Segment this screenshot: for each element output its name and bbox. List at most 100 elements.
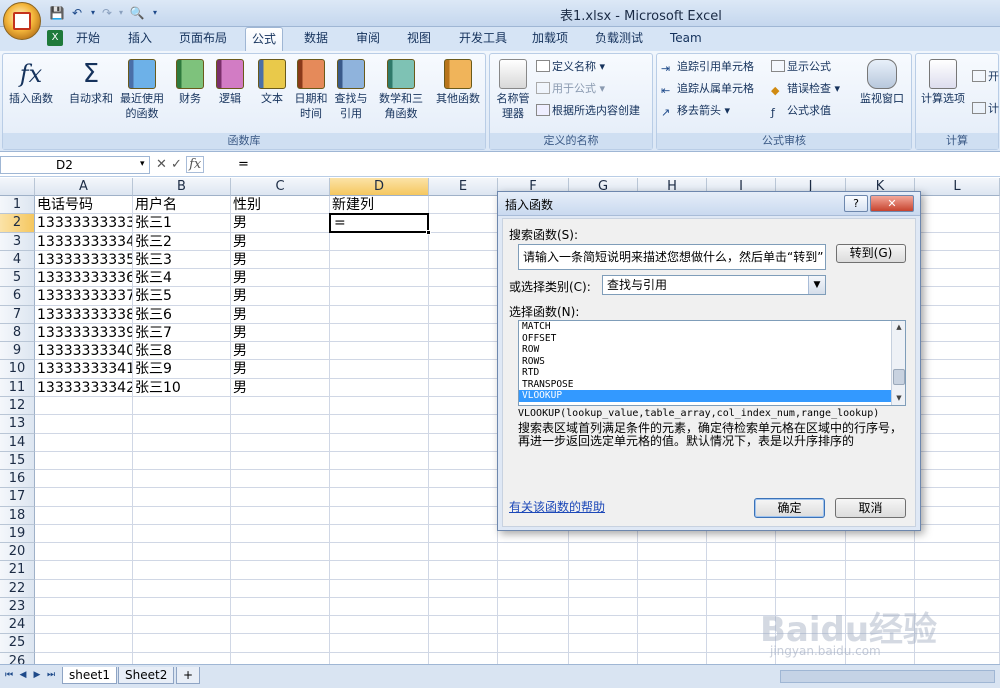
- cell-a2[interactable]: 13333333333: [37, 214, 132, 232]
- error-checking-button[interactable]: ◆ 错误检查 ▾: [771, 80, 840, 98]
- cell-a1[interactable]: 电话号码: [37, 196, 132, 214]
- cell-c1[interactable]: 性别: [233, 196, 329, 214]
- row-header-19[interactable]: 19: [0, 524, 35, 544]
- print-preview-icon[interactable]: 🔍: [128, 5, 146, 21]
- category-select[interactable]: 查找与引用: [602, 275, 826, 295]
- cell-b9[interactable]: 张三8: [135, 342, 230, 360]
- math-trig-button[interactable]: 数学和三角函数: [375, 59, 427, 121]
- cell-a11[interactable]: 13333333342: [37, 379, 132, 397]
- show-formulas-button[interactable]: 显示公式: [771, 58, 831, 76]
- column-header-a[interactable]: A: [35, 178, 133, 196]
- row-header-1[interactable]: 1: [0, 196, 35, 215]
- sheet-tab-sheet1[interactable]: sheet1: [62, 667, 117, 684]
- watch-window-button[interactable]: 监视窗口: [855, 59, 909, 106]
- save-icon[interactable]: 💾: [48, 5, 66, 21]
- calc-options-button[interactable]: 计算选项: [918, 59, 968, 106]
- autosum-button[interactable]: Σ 自动求和: [65, 59, 117, 106]
- sheet-tab-sheet2[interactable]: Sheet2: [118, 667, 175, 684]
- calc-now-button[interactable]: 开: [972, 68, 999, 86]
- cell-a9[interactable]: 13333333340: [37, 342, 132, 360]
- cell-b6[interactable]: 张三5: [135, 287, 230, 305]
- define-name-button[interactable]: 定义名称 ▾: [536, 58, 605, 76]
- tab-team[interactable]: Team: [664, 27, 708, 51]
- scroll-up-icon[interactable]: ▲: [892, 321, 906, 334]
- row-header-16[interactable]: 16: [0, 470, 35, 489]
- tab-page-layout[interactable]: 页面布局: [173, 27, 233, 51]
- cell-c5[interactable]: 男: [233, 269, 329, 287]
- tab-data[interactable]: 数据: [298, 27, 334, 51]
- row-header-2[interactable]: 2: [0, 214, 35, 233]
- logical-button[interactable]: 逻辑: [211, 59, 249, 106]
- tab-formulas[interactable]: 公式: [245, 27, 284, 51]
- row-header-3[interactable]: 3: [0, 232, 35, 251]
- cell-b10[interactable]: 张三9: [135, 360, 230, 378]
- row-header-14[interactable]: 14: [0, 433, 35, 452]
- formula-input[interactable]: =: [238, 156, 249, 174]
- cell-a6[interactable]: 13333333337: [37, 287, 132, 305]
- tab-developer[interactable]: 开发工具: [453, 27, 513, 51]
- function-item-transpose[interactable]: TRANSPOSE: [519, 379, 905, 391]
- cell-c8[interactable]: 男: [233, 324, 329, 342]
- create-from-selection-button[interactable]: 根据所选内容创建: [536, 102, 640, 120]
- dialog-close-button[interactable]: ✕: [870, 195, 914, 212]
- function-item-row[interactable]: ROW: [519, 344, 905, 356]
- name-box-dropdown-icon[interactable]: ▾: [140, 159, 145, 169]
- tab-load-test[interactable]: 负载测试: [589, 27, 649, 51]
- ok-button[interactable]: 确定: [754, 498, 825, 518]
- name-manager-button[interactable]: 名称管理器: [492, 59, 534, 121]
- cell-b4[interactable]: 张三3: [135, 251, 230, 269]
- function-help-link[interactable]: 有关该函数的帮助: [509, 498, 605, 515]
- row-header-8[interactable]: 8: [0, 323, 35, 343]
- dialog-help-button[interactable]: ?: [844, 195, 868, 212]
- cell-a5[interactable]: 13333333336: [37, 269, 132, 287]
- cancel-button[interactable]: 取消: [835, 498, 906, 518]
- next-sheet-icon[interactable]: ▶: [32, 669, 42, 681]
- row-header-18[interactable]: 18: [0, 506, 35, 525]
- row-header-12[interactable]: 12: [0, 396, 35, 416]
- cell-c7[interactable]: 男: [233, 306, 329, 324]
- evaluate-formula-button[interactable]: ƒ 公式求值: [771, 102, 831, 120]
- confirm-entry-icon[interactable]: ✓: [171, 157, 182, 172]
- cell-c11[interactable]: 男: [233, 379, 329, 397]
- function-item-vlookup[interactable]: VLOOKUP: [519, 390, 905, 402]
- tab-home[interactable]: 开始: [70, 27, 106, 51]
- cell-c6[interactable]: 男: [233, 287, 329, 305]
- horizontal-scrollbar[interactable]: [780, 670, 995, 683]
- row-header-22[interactable]: 22: [0, 579, 35, 598]
- cell-b11[interactable]: 张三10: [135, 379, 230, 397]
- row-header-24[interactable]: 24: [0, 616, 35, 635]
- insert-function-button[interactable]: fx 插入函数: [5, 59, 57, 106]
- cell-b1[interactable]: 用户名: [135, 196, 230, 214]
- cell-c2[interactable]: 男: [233, 214, 329, 232]
- row-header-6[interactable]: 6: [0, 287, 35, 306]
- first-sheet-icon[interactable]: ⏮: [4, 669, 14, 681]
- insert-sheet-icon[interactable]: +: [176, 667, 200, 684]
- cell-c10[interactable]: 男: [233, 360, 329, 378]
- row-header-17[interactable]: 17: [0, 488, 35, 507]
- cell-a4[interactable]: 13333333335: [37, 251, 132, 269]
- function-item-rows[interactable]: ROWS: [519, 356, 905, 368]
- cell-b2[interactable]: 张三1: [135, 214, 230, 232]
- cell-d1[interactable]: 新建列: [332, 196, 428, 214]
- cell-b3[interactable]: 张三2: [135, 233, 230, 251]
- trace-dependents-button[interactable]: ⇤ 追踪从属单元格: [661, 80, 754, 98]
- recent-functions-button[interactable]: 最近使用的函数: [117, 59, 167, 121]
- function-item-offset[interactable]: OFFSET: [519, 333, 905, 345]
- remove-arrows-button[interactable]: ↗ 移去箭头 ▾: [661, 102, 730, 120]
- cell-b7[interactable]: 张三6: [135, 306, 230, 324]
- select-all-corner[interactable]: [0, 178, 35, 196]
- cell-b5[interactable]: 张三4: [135, 269, 230, 287]
- row-header-23[interactable]: 23: [0, 597, 35, 617]
- name-box[interactable]: D2: [0, 156, 150, 174]
- text-button[interactable]: 文本: [253, 59, 291, 106]
- row-header-10[interactable]: 10: [0, 360, 35, 379]
- office-button[interactable]: [3, 2, 41, 40]
- cell-a10[interactable]: 13333333341: [37, 360, 132, 378]
- row-header-9[interactable]: 9: [0, 342, 35, 361]
- row-header-20[interactable]: 20: [0, 543, 35, 562]
- row-header-26[interactable]: 26: [0, 652, 35, 664]
- column-header-b[interactable]: B: [133, 178, 231, 196]
- row-header-25[interactable]: 25: [0, 634, 35, 653]
- more-functions-button[interactable]: 其他函数: [431, 59, 485, 106]
- cancel-entry-icon[interactable]: ✕: [156, 157, 167, 172]
